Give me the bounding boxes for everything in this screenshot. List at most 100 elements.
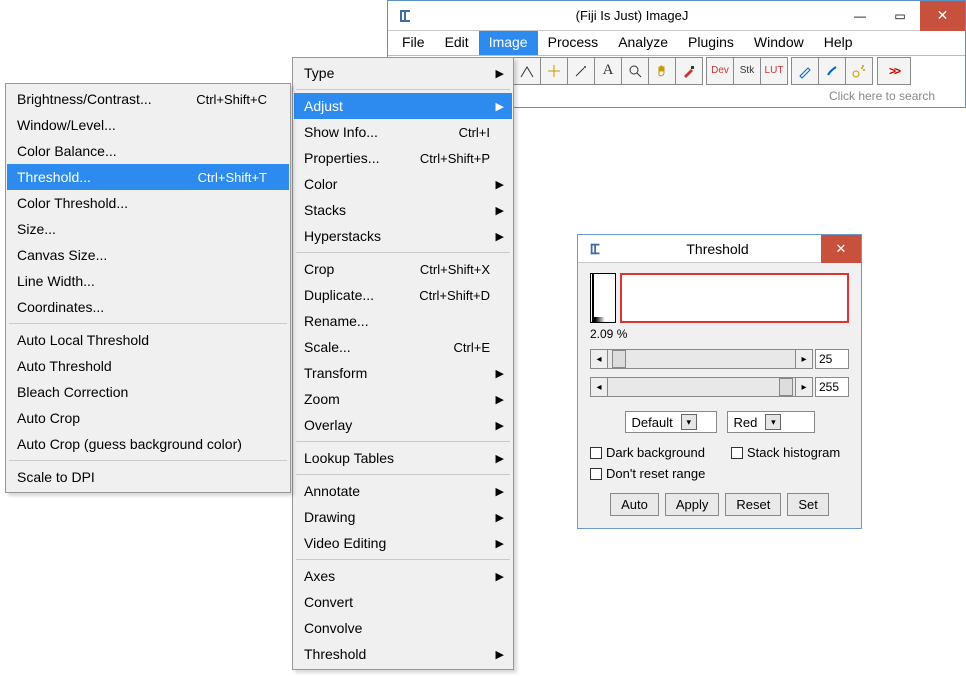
window-title: (Fiji Is Just) ImageJ (424, 8, 840, 23)
adjust-menu-color-threshold[interactable]: Color Threshold... (7, 190, 289, 216)
image-menu-zoom[interactable]: Zoom▶ (294, 386, 512, 412)
adjust-menu-size[interactable]: Size... (7, 216, 289, 242)
dark-background-checkbox[interactable]: Dark background (590, 445, 705, 460)
high-threshold-input[interactable] (815, 377, 849, 397)
menu-file[interactable]: File (392, 31, 435, 55)
image-menu-properties[interactable]: Properties...Ctrl+Shift+P (294, 145, 512, 171)
high-threshold-slider: ◂ ▸ (590, 377, 849, 397)
menu-plugins[interactable]: Plugins (678, 31, 744, 55)
apply-button[interactable]: Apply (665, 493, 720, 516)
method-combo[interactable]: Default ▾ (625, 411, 717, 433)
image-menu-type[interactable]: Type▶ (294, 60, 512, 86)
display-combo-label: Red (734, 415, 758, 430)
menu-separator (296, 441, 510, 442)
pencil-icon[interactable] (791, 57, 819, 85)
submenu-arrow-icon: ▶ (496, 178, 504, 191)
adjust-menu-brightness-contrast[interactable]: Brightness/Contrast...Ctrl+Shift+C (7, 86, 289, 112)
low-slider-dec[interactable]: ◂ (590, 349, 608, 369)
submenu-arrow-icon: ▶ (496, 419, 504, 432)
image-menu-adjust[interactable]: Adjust▶ (294, 93, 512, 119)
stk-button[interactable]: Stk (733, 57, 761, 85)
lut-button[interactable]: LUT (760, 57, 788, 85)
menu-edit[interactable]: Edit (435, 31, 479, 55)
minimize-button[interactable]: — (840, 1, 880, 31)
titlebar[interactable]: (Fiji Is Just) ImageJ — ▭ ✕ (388, 1, 965, 31)
low-threshold-input[interactable] (815, 349, 849, 369)
adjust-menu-window-level[interactable]: Window/Level... (7, 112, 289, 138)
submenu-arrow-icon: ▶ (496, 100, 504, 113)
image-menu-show-info[interactable]: Show Info...Ctrl+I (294, 119, 512, 145)
search-input[interactable]: Click here to search (829, 89, 959, 103)
image-menu-annotate[interactable]: Annotate▶ (294, 478, 512, 504)
threshold-percent: 2.09 % (590, 327, 849, 341)
threshold-close-button[interactable]: ✕ (821, 235, 861, 263)
image-menu-lookup-tables[interactable]: Lookup Tables▶ (294, 445, 512, 471)
menu-image[interactable]: Image (479, 31, 538, 55)
high-slider-inc[interactable]: ▸ (795, 377, 813, 397)
image-menu-duplicate[interactable]: Duplicate...Ctrl+Shift+D (294, 282, 512, 308)
text-icon[interactable]: A (594, 57, 622, 85)
submenu-arrow-icon: ▶ (496, 67, 504, 80)
image-menu-crop[interactable]: CropCtrl+Shift+X (294, 256, 512, 282)
dev-button[interactable]: Dev (706, 57, 734, 85)
menu-separator (296, 252, 510, 253)
menu-process[interactable]: Process (538, 31, 609, 55)
image-menu-color[interactable]: Color▶ (294, 171, 512, 197)
chevron-down-icon: ▾ (681, 414, 697, 430)
adjust-menu-line-width[interactable]: Line Width... (7, 268, 289, 294)
angle-icon[interactable] (513, 57, 541, 85)
hand-icon[interactable] (648, 57, 676, 85)
adjust-menu-auto-crop[interactable]: Auto Crop (7, 405, 289, 431)
adjust-menu-threshold[interactable]: Threshold...Ctrl+Shift+T (7, 164, 289, 190)
set-button[interactable]: Set (787, 493, 829, 516)
stack-histogram-checkbox[interactable]: Stack histogram (731, 445, 840, 460)
image-menu-drawing[interactable]: Drawing▶ (294, 504, 512, 530)
reset-button[interactable]: Reset (725, 493, 781, 516)
image-menu-hyperstacks[interactable]: Hyperstacks▶ (294, 223, 512, 249)
auto-button[interactable]: Auto (610, 493, 659, 516)
image-menu-convert[interactable]: Convert (294, 589, 512, 615)
close-button[interactable]: ✕ (920, 1, 965, 31)
spray-icon[interactable] (845, 57, 873, 85)
more-tools-button[interactable]: >> (877, 57, 911, 85)
image-menu-threshold[interactable]: Threshold▶ (294, 641, 512, 667)
image-menu-overlay[interactable]: Overlay▶ (294, 412, 512, 438)
crosshair-icon[interactable] (540, 57, 568, 85)
adjust-menu-coordinates[interactable]: Coordinates... (7, 294, 289, 320)
adjust-menu-canvas-size[interactable]: Canvas Size... (7, 242, 289, 268)
image-menu-stacks[interactable]: Stacks▶ (294, 197, 512, 223)
dont-reset-range-checkbox[interactable]: Don't reset range (590, 466, 705, 481)
wand-icon[interactable] (567, 57, 595, 85)
image-menu-scale[interactable]: Scale...Ctrl+E (294, 334, 512, 360)
adjust-menu-color-balance[interactable]: Color Balance... (7, 138, 289, 164)
image-menu-axes[interactable]: Axes▶ (294, 563, 512, 589)
histogram-selection (620, 273, 849, 323)
submenu-arrow-icon: ▶ (496, 230, 504, 243)
image-menu-transform[interactable]: Transform▶ (294, 360, 512, 386)
dropper-icon[interactable] (675, 57, 703, 85)
high-slider-dec[interactable]: ◂ (590, 377, 608, 397)
image-menu-convolve[interactable]: Convolve (294, 615, 512, 641)
adjust-menu-auto-crop-guess-background-color[interactable]: Auto Crop (guess background color) (7, 431, 289, 457)
adjust-menu-bleach-correction[interactable]: Bleach Correction (7, 379, 289, 405)
menu-window[interactable]: Window (744, 31, 814, 55)
brush-icon[interactable] (818, 57, 846, 85)
maximize-button[interactable]: ▭ (880, 1, 920, 31)
adjust-menu-auto-threshold[interactable]: Auto Threshold (7, 353, 289, 379)
magnify-icon[interactable] (621, 57, 649, 85)
menu-separator (9, 460, 287, 461)
high-slider-track[interactable] (608, 377, 795, 397)
submenu-arrow-icon: ▶ (496, 485, 504, 498)
low-slider-inc[interactable]: ▸ (795, 349, 813, 369)
low-threshold-slider: ◂ ▸ (590, 349, 849, 369)
adjust-menu-auto-local-threshold[interactable]: Auto Local Threshold (7, 327, 289, 353)
adjust-menu-scale-to-dpi[interactable]: Scale to DPI (7, 464, 289, 490)
low-slider-track[interactable] (608, 349, 795, 369)
submenu-arrow-icon: ▶ (496, 452, 504, 465)
image-menu-video-editing[interactable]: Video Editing▶ (294, 530, 512, 556)
threshold-titlebar[interactable]: Threshold ✕ (578, 235, 861, 263)
display-combo[interactable]: Red ▾ (727, 411, 815, 433)
menu-help[interactable]: Help (814, 31, 863, 55)
menu-analyze[interactable]: Analyze (608, 31, 678, 55)
image-menu-rename[interactable]: Rename... (294, 308, 512, 334)
